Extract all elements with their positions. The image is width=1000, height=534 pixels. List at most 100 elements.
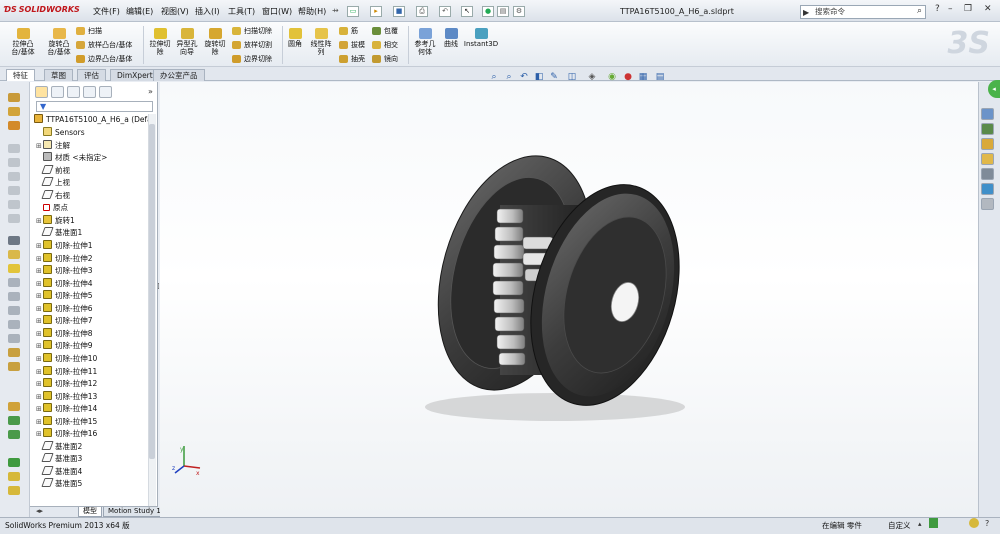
pin-icon[interactable]: ⇸ [332, 6, 339, 15]
toolbar-macro-icon[interactable] [8, 486, 20, 495]
display-manager-tab-icon[interactable] [99, 86, 112, 98]
panel-expand-icon[interactable]: » [148, 87, 153, 96]
expand-icon[interactable]: ⊞ [36, 253, 43, 265]
options-icon[interactable]: ⚙ [513, 6, 525, 17]
configuration-manager-tab-icon[interactable] [67, 86, 80, 98]
dimxpert-manager-tab-icon[interactable] [83, 86, 96, 98]
tab-model[interactable]: 模型 [78, 507, 102, 517]
status-units-selector[interactable]: 自定义 [888, 520, 911, 531]
menu-help[interactable]: 帮助(H) [298, 6, 326, 17]
feature-manager-tab-icon[interactable] [35, 86, 48, 98]
undo-icon[interactable]: ↶ [439, 6, 451, 17]
expand-icon[interactable]: ⊞ [36, 428, 43, 440]
toolbar-mirror-icon[interactable] [8, 292, 20, 301]
toolbar-boss-icon[interactable] [8, 93, 20, 102]
expand-icon[interactable]: ⊞ [36, 315, 43, 327]
expand-icon[interactable]: ⊞ [36, 366, 43, 378]
tab-evaluate[interactable]: 评估 [77, 69, 106, 81]
toolbar-chamfer-icon[interactable] [8, 264, 20, 273]
toolbar-render-icon[interactable] [8, 458, 20, 467]
toolbar-measure-icon[interactable] [8, 430, 20, 439]
expand-icon[interactable]: ⊞ [36, 140, 43, 152]
tree-node[interactable]: 基准面4 [36, 465, 82, 478]
swept-cut-button[interactable]: 扫描切除 [232, 26, 272, 36]
tree-node[interactable]: 材质 <未指定> [36, 152, 107, 164]
property-manager-tab-icon[interactable] [51, 86, 64, 98]
view-orientation-icon[interactable]: ◫ [566, 72, 578, 83]
revolve-cut-button[interactable]: 旋转切 除 [202, 28, 228, 56]
search-commands-field[interactable]: ▶ 搜索命令 ⌕ [800, 5, 926, 19]
toolbar-appearance-icon[interactable] [8, 472, 20, 481]
tree-node[interactable]: ⊞ 旋转1 [36, 214, 75, 227]
panel-resize-handle-icon[interactable]: ⁞ [157, 282, 160, 292]
tree-node[interactable]: ⊞ 切除-拉伸11 [36, 365, 97, 378]
zoom-to-area-icon[interactable]: ⌕ [503, 72, 515, 83]
reference-geometry-button[interactable]: 参考几 何体 [410, 28, 440, 56]
edit-appearance-icon[interactable]: ● [622, 72, 634, 83]
new-icon[interactable]: ▭ [347, 6, 359, 17]
wrap-button[interactable]: 包覆 [372, 26, 398, 36]
tree-node[interactable]: 右视 [36, 189, 70, 202]
toolbar-fillet-icon[interactable] [8, 250, 20, 259]
rebuild-icon[interactable]: ● [482, 6, 494, 17]
expand-icon[interactable]: ⊞ [36, 290, 43, 302]
magnifier-icon[interactable]: ⌕ [917, 5, 922, 17]
expand-icon[interactable]: ⊞ [36, 265, 43, 277]
boundary-cut-button[interactable]: 边界切除 [232, 54, 272, 64]
expand-icon[interactable]: ⊞ [36, 340, 43, 352]
tree-node[interactable]: ⊞ 切除-拉伸16 [36, 428, 97, 440]
tree-filter-field[interactable]: ▼ [36, 101, 153, 112]
tree-node[interactable]: Sensors [36, 127, 85, 139]
intersect-button[interactable]: 相交 [372, 40, 398, 50]
menu-edit[interactable]: 编辑(E) [126, 6, 153, 17]
expand-icon[interactable]: ⊞ [36, 303, 43, 315]
task-pane-file-explorer-icon[interactable] [981, 138, 994, 150]
toolbar-pattern-icon[interactable] [8, 278, 20, 287]
tab-sketch[interactable]: 草图 [44, 69, 73, 81]
tree-node[interactable]: ⊞ 切除-拉伸14 [36, 403, 97, 415]
tab-scroll-arrows-icon[interactable]: ◂▸ [36, 507, 43, 515]
print-icon[interactable]: ⎙ [416, 6, 428, 17]
toolbar-arc-icon[interactable] [8, 200, 20, 209]
toolbar-point-icon[interactable] [8, 334, 20, 343]
task-pane-custom-properties-icon[interactable] [981, 198, 994, 210]
expand-icon[interactable]: ⊞ [36, 215, 43, 227]
menu-insert[interactable]: 插入(I) [195, 6, 220, 17]
toolbar-rib-icon[interactable] [8, 348, 20, 357]
expand-icon[interactable]: ⊞ [36, 328, 43, 340]
section-view-icon[interactable]: ◧ [533, 72, 545, 83]
timing-pulley-model[interactable] [405, 145, 705, 435]
sweep-button[interactable]: 扫描 [76, 26, 102, 36]
view-settings-icon[interactable]: ▤ [654, 72, 666, 83]
tree-node[interactable]: ⊞ 切除-拉伸1 [36, 239, 92, 252]
solidworks-logo[interactable]: ƊS SOLIDWORKS [4, 5, 80, 14]
minimize-icon[interactable]: – [948, 4, 953, 14]
display-style-icon[interactable]: ◈ [586, 72, 598, 83]
tree-node[interactable]: ⊞ 切除-拉伸6 [36, 302, 92, 315]
lofted-cut-button[interactable]: 放样切割 [232, 40, 272, 50]
tree-node[interactable]: 基准面5 [36, 478, 82, 490]
task-pane-search-icon[interactable] [981, 153, 994, 165]
help-status-icon[interactable]: ? [985, 519, 989, 528]
extrude-cut-button[interactable]: 拉伸切 除 [147, 28, 173, 56]
notifications-icon[interactable] [969, 518, 979, 528]
close-icon[interactable]: ✕ [984, 4, 992, 14]
solidworks-resources-bubble-icon[interactable]: ◂ [988, 80, 1000, 98]
tree-node[interactable]: ⊞ 切除-拉伸7 [36, 315, 92, 327]
tree-node[interactable]: ⊞ 注解 [36, 139, 70, 152]
toolbar-revolve-icon[interactable] [8, 107, 20, 116]
restore-icon[interactable]: ❐ [964, 4, 972, 14]
tree-node[interactable]: ⊞ 切除-拉伸9 [36, 340, 92, 352]
task-pane-resources-icon[interactable] [981, 108, 994, 120]
toolbar-circle-icon[interactable] [8, 186, 20, 195]
tree-node[interactable]: 上视 [36, 177, 70, 189]
shell-button[interactable]: 抽壳 [339, 54, 365, 64]
rib-button[interactable]: 筋 [339, 26, 358, 36]
tree-node[interactable]: ⊞ 切除-拉伸8 [36, 327, 92, 340]
revolve-boss-button[interactable]: 旋转凸 台/基体 [42, 28, 76, 56]
tree-node[interactable]: 原点 [36, 202, 68, 214]
draft-button[interactable]: 拔模 [339, 40, 365, 50]
hide-show-items-icon[interactable]: ◉ [606, 72, 618, 83]
expand-icon[interactable]: ⊞ [36, 416, 43, 428]
rebuild-status-icon[interactable] [929, 518, 938, 528]
